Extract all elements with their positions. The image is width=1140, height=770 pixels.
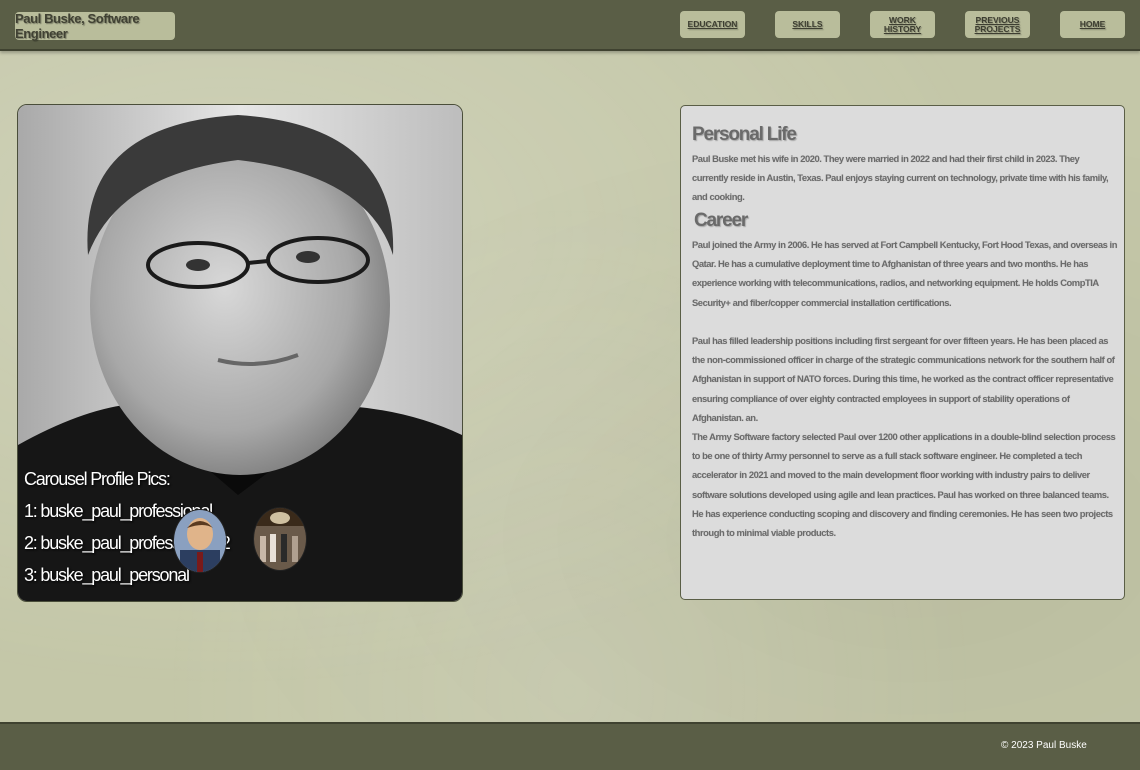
carousel-thumbnail-personal[interactable]: [253, 507, 307, 571]
personal-life-heading: Personal Life: [692, 124, 797, 145]
career-paragraph-3: The Army Software factory selected Paul …: [692, 431, 1116, 539]
top-navigation-bar: Paul Buske, Software Engineer EDUCATION …: [0, 0, 1140, 51]
carousel-title: Carousel Profile Pics:: [24, 469, 171, 489]
thumbnail-image: [254, 508, 306, 570]
site-brand[interactable]: Paul Buske, Software Engineer: [15, 11, 175, 41]
footer: © 2023 Paul Buske: [0, 722, 1140, 770]
thumbnail-image: [174, 510, 226, 572]
career-paragraph-1: Paul joined the Army in 2006. He has ser…: [692, 239, 1117, 308]
nav-home-button[interactable]: HOME: [1060, 11, 1125, 38]
nav-previous-projects-button[interactable]: PREVIOUS PROJECTS: [965, 11, 1030, 38]
profile-photo-carousel[interactable]: Carousel Profile Pics: 1: buske_paul_pro…: [17, 104, 463, 602]
nav-education-button[interactable]: EDUCATION: [680, 11, 745, 38]
carousel-thumbnail-professional02[interactable]: [173, 509, 227, 573]
copyright-text: © 2023 Paul Buske: [1001, 740, 1087, 751]
personal-life-text: Paul Buske met his wife in 2020. They we…: [692, 153, 1109, 203]
career-heading: Career: [694, 210, 748, 231]
nav-skills-button[interactable]: SKILLS: [775, 11, 840, 38]
career-paragraph-2: Paul has filled leadership positions inc…: [692, 335, 1115, 423]
nav-work-history-button[interactable]: WORK HISTORY: [870, 11, 935, 38]
about-panel: Personal Life Paul Buske met his wife in…: [680, 105, 1125, 600]
